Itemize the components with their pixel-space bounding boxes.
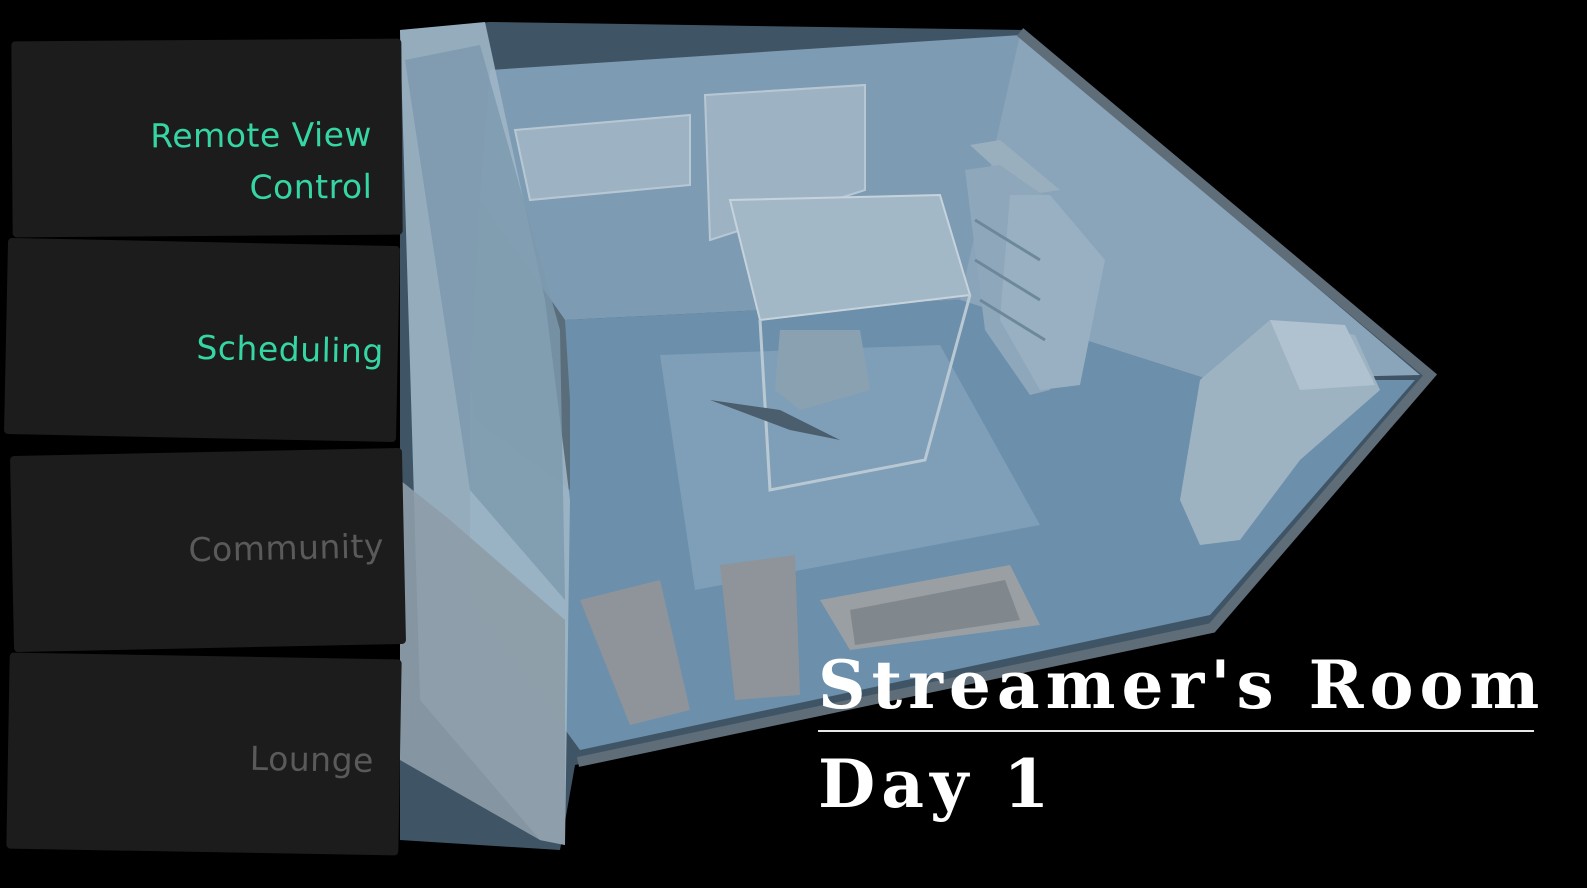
window-left xyxy=(513,113,691,202)
menu-label-lounge: Lounge xyxy=(249,738,375,780)
menu-card-remote-view-control[interactable]: Remote View Control xyxy=(11,38,403,238)
menu-card-lounge[interactable]: Lounge xyxy=(6,652,402,856)
game-screen: Remote View Control Scheduling Community… xyxy=(0,0,1587,888)
menu-label-scheduling: Scheduling xyxy=(196,327,385,371)
room-title: Streamer's Room xyxy=(818,646,1546,724)
menu-label-remote-view-control: Remote View Control xyxy=(150,114,373,207)
title-divider xyxy=(818,730,1534,732)
location-title-block: Streamer's Room Day 1 xyxy=(818,640,1546,832)
menu-label-community: Community xyxy=(188,526,385,570)
day-counter: Day 1 xyxy=(818,745,1056,823)
menu-card-community[interactable]: Community xyxy=(9,447,407,653)
menu-card-scheduling[interactable]: Scheduling xyxy=(3,237,401,443)
